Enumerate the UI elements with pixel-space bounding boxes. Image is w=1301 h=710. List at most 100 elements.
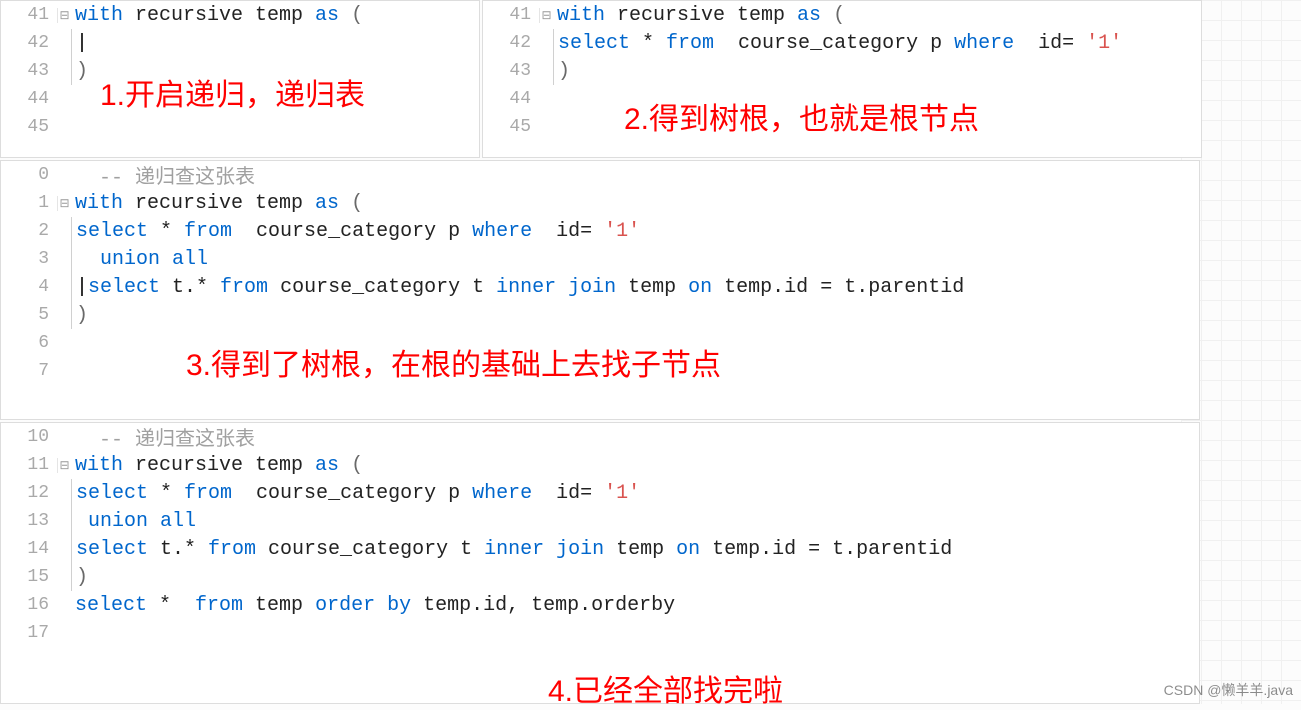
- token-id: *: [147, 594, 195, 617]
- code-line[interactable]: 16 select * from temp order by temp.id, t…: [1, 591, 1199, 619]
- token-op: (: [351, 4, 363, 27]
- code-line[interactable]: 14 select t.* from course_category t inne…: [1, 535, 1199, 563]
- code-line[interactable]: 10 -- 递归查这张表: [1, 423, 1199, 451]
- token-kw: order by: [315, 594, 411, 617]
- token-kw: with: [75, 192, 123, 215]
- token-kw: as: [315, 454, 339, 477]
- line-number: 0: [1, 165, 57, 185]
- code-content[interactable]: select t.* from course_category t inner …: [72, 538, 952, 561]
- code-content[interactable]: ): [72, 566, 88, 589]
- code-line[interactable]: 5): [1, 301, 1199, 329]
- line-number: 42: [483, 33, 539, 53]
- watermark: CSDN @懒羊羊.java: [1164, 680, 1293, 700]
- token-kw: select: [558, 32, 630, 55]
- line-number: 7: [1, 361, 57, 381]
- line-number: 14: [1, 539, 57, 559]
- fold-icon[interactable]: ⊟: [57, 458, 71, 473]
- code-content[interactable]: with recursive temp as (: [71, 192, 363, 215]
- code-line[interactable]: 4 |select t.* from course_category t inne…: [1, 273, 1199, 301]
- editor-pane-4[interactable]: 10 -- 递归查这张表11⊟with recursive temp as (1…: [0, 422, 1200, 704]
- code-content[interactable]: select * from course_category p where id…: [554, 32, 1122, 55]
- token-kw: from: [184, 482, 232, 505]
- token-id: [339, 192, 351, 215]
- code-content[interactable]: with recursive temp as (: [71, 4, 363, 27]
- code-line[interactable]: 42 select * from course_category p where …: [483, 29, 1201, 57]
- line-number: 4: [1, 277, 57, 297]
- code-content[interactable]: select * from temp order by temp.id, tem…: [71, 594, 675, 617]
- code-line[interactable]: 2select * from course_category p where i…: [1, 217, 1199, 245]
- code-line[interactable]: 17: [1, 619, 1199, 647]
- code-line[interactable]: 41⊟with recursive temp as (: [1, 1, 479, 29]
- code-content[interactable]: -- 递归查这张表: [71, 422, 255, 452]
- token-kw: select: [76, 538, 148, 561]
- code-content[interactable]: with recursive temp as (: [553, 4, 845, 27]
- token-op: ): [558, 60, 570, 83]
- token-cmt: -- 递归查这张表: [99, 167, 255, 190]
- code-content[interactable]: |: [72, 32, 88, 55]
- token-id: [75, 429, 99, 452]
- token-op: (: [351, 192, 363, 215]
- token-kw: where: [472, 220, 532, 243]
- code-content[interactable]: ): [72, 60, 88, 83]
- annotation-1: 1.开启递归，递归表: [100, 70, 365, 114]
- token-op: ): [76, 60, 88, 83]
- code-content[interactable]: ): [554, 60, 570, 83]
- line-number: 45: [1, 117, 57, 137]
- token-id: *: [148, 482, 184, 505]
- line-number: 13: [1, 511, 57, 531]
- line-number: 12: [1, 483, 57, 503]
- fold-icon[interactable]: ⊟: [57, 196, 71, 211]
- token-kw: from: [220, 276, 268, 299]
- token-id: t.*: [160, 276, 220, 299]
- code-line[interactable]: 42 |: [1, 29, 479, 57]
- token-kw: select: [76, 220, 148, 243]
- line-number: 42: [1, 33, 57, 53]
- code-line[interactable]: 12 select * from course_category p where …: [1, 479, 1199, 507]
- code-line[interactable]: 1⊟with recursive temp as (: [1, 189, 1199, 217]
- token-str: '1': [604, 482, 640, 505]
- code-line[interactable]: 41⊟with recursive temp as (: [483, 1, 1201, 29]
- token-id: recursive temp: [123, 454, 315, 477]
- token-kw: as: [797, 4, 821, 27]
- token-id: recursive temp: [123, 4, 315, 27]
- code-line[interactable]: 0 -- 递归查这张表: [1, 161, 1199, 189]
- code-line[interactable]: 3 union all: [1, 245, 1199, 273]
- token-kw: select: [75, 594, 147, 617]
- code-content[interactable]: ): [72, 304, 88, 327]
- code-content[interactable]: with recursive temp as (: [71, 454, 363, 477]
- fold-icon[interactable]: ⊟: [57, 8, 71, 23]
- line-number: 15: [1, 567, 57, 587]
- token-kw: union all: [88, 510, 196, 533]
- token-id: id=: [532, 220, 604, 243]
- line-number: 16: [1, 595, 57, 615]
- line-number: 11: [1, 455, 57, 475]
- line-number: 10: [1, 427, 57, 447]
- code-content[interactable]: select * from course_category p where id…: [72, 220, 640, 243]
- token-op: (: [351, 454, 363, 477]
- token-kw: on: [688, 276, 712, 299]
- code-line[interactable]: 15): [1, 563, 1199, 591]
- token-id: recursive temp: [123, 192, 315, 215]
- line-number: 43: [1, 61, 57, 81]
- code-content[interactable]: -- 递归查这张表: [71, 160, 255, 190]
- line-number: 5: [1, 305, 57, 325]
- code-content[interactable]: union all: [72, 248, 208, 271]
- code-line[interactable]: 43): [483, 57, 1201, 85]
- code-line[interactable]: 13 union all: [1, 507, 1199, 535]
- code-line[interactable]: 45: [1, 113, 479, 141]
- token-id: [76, 248, 100, 271]
- token-id: temp.id = t.parentid: [700, 538, 952, 561]
- token-kw: select: [88, 276, 160, 299]
- line-number: 44: [483, 89, 539, 109]
- code-content[interactable]: select * from course_category p where id…: [72, 482, 640, 505]
- token-id: course_category p: [714, 32, 954, 55]
- code-content[interactable]: union all: [72, 510, 196, 533]
- token-op: ): [76, 566, 88, 589]
- line-number: 41: [483, 5, 539, 25]
- token-id: course_category p: [232, 220, 472, 243]
- code-content[interactable]: |select t.* from course_category t inner…: [72, 276, 964, 299]
- code-line[interactable]: 11⊟with recursive temp as (: [1, 451, 1199, 479]
- token-kw: with: [75, 4, 123, 27]
- token-kw: on: [676, 538, 700, 561]
- fold-icon[interactable]: ⊟: [539, 8, 553, 23]
